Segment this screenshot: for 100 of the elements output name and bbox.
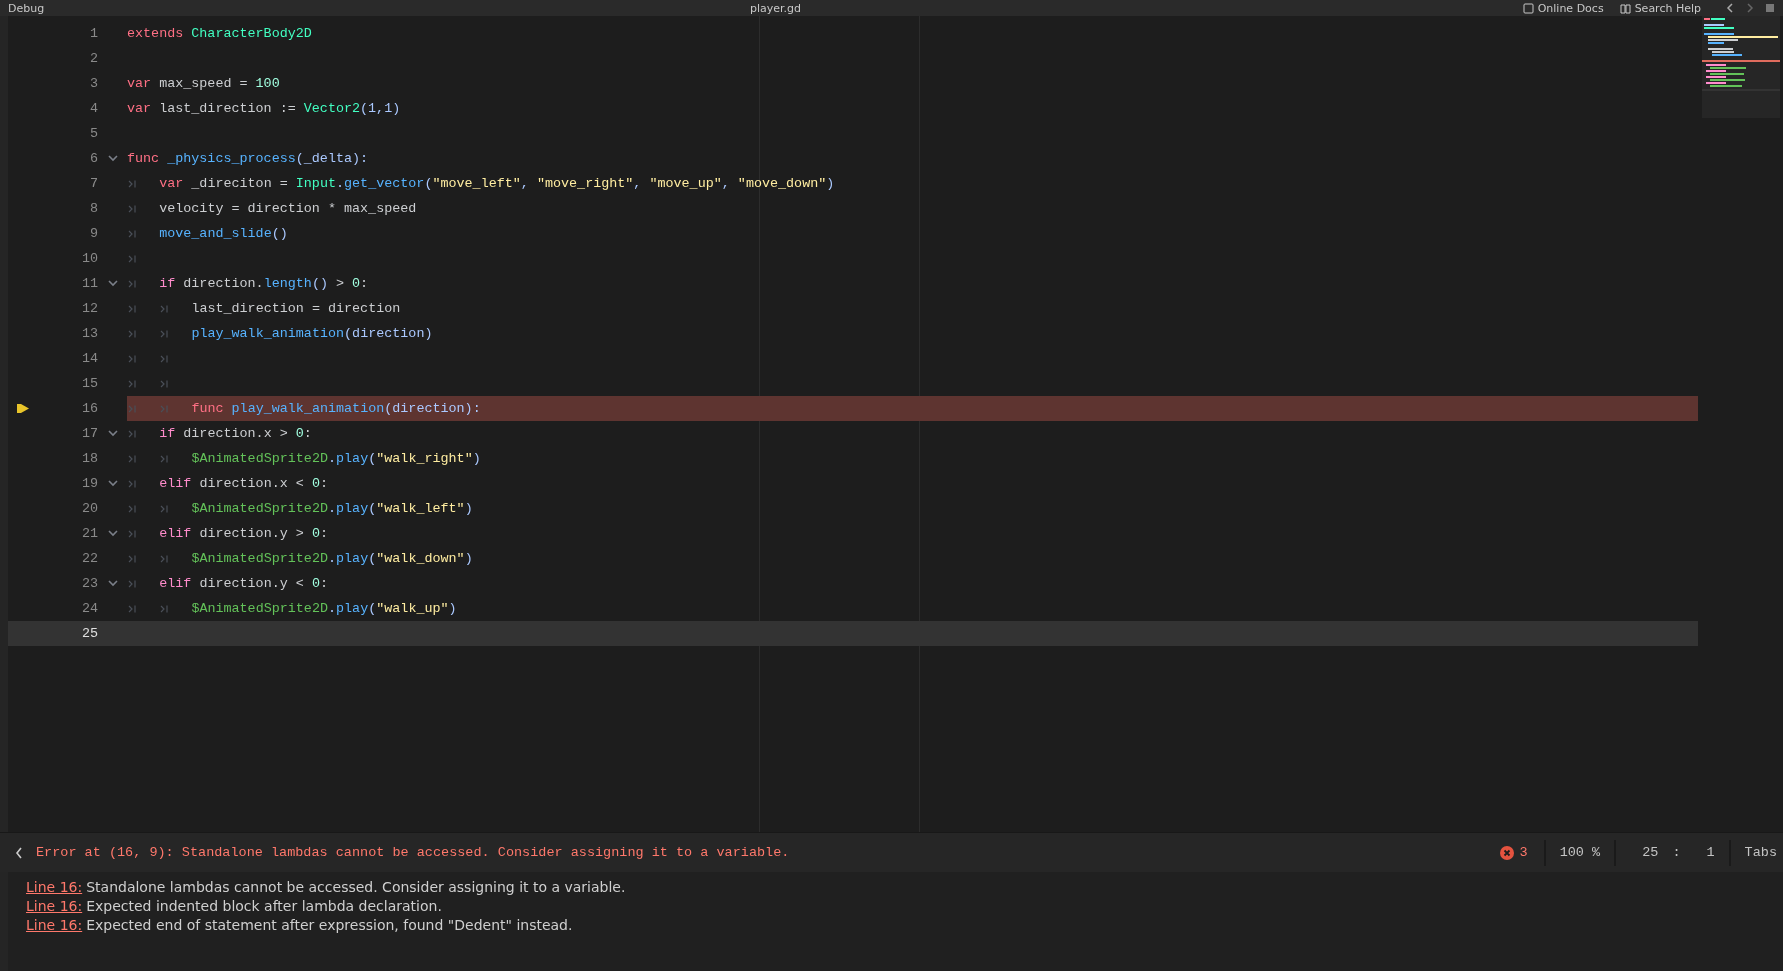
line-number: 22: [80, 551, 98, 566]
tab-marker-icon: [128, 604, 137, 613]
tab-marker-icon: [128, 254, 137, 263]
indent-mode-button[interactable]: Tabs: [1730, 845, 1783, 860]
tab-marker-icon: [128, 529, 137, 538]
column-number: 1: [1705, 845, 1716, 860]
code-line: last_direction = direction: [191, 301, 401, 316]
line-number: 15: [80, 376, 98, 391]
tab-marker-icon: [128, 504, 137, 513]
line-number: 7: [88, 176, 98, 191]
line-number: 25: [1641, 845, 1660, 860]
error-text: Expected end of statement after expression, found "Dedent" instead.: [86, 916, 573, 933]
code-line: elif direction.x < 0:: [159, 476, 328, 491]
line-link[interactable]: Line 16:: [26, 897, 83, 914]
line-number: 20: [80, 501, 98, 516]
tab-marker-icon: [128, 329, 137, 338]
tab-marker-icon: [160, 454, 170, 463]
tab-marker-icon: [128, 429, 137, 438]
tab-marker-icon: [128, 454, 137, 463]
tab-marker-icon: [160, 554, 170, 563]
line-number: 11: [80, 276, 98, 291]
tab-marker-icon: [128, 379, 137, 388]
fold-chevron-icon[interactable]: [107, 430, 118, 437]
tab-marker-icon: [128, 279, 137, 288]
tab-marker-icon: [160, 504, 170, 513]
line-number: 4: [88, 101, 98, 116]
line-number: 6: [88, 151, 98, 166]
tab-marker-icon: [128, 404, 137, 413]
line-number: 9: [88, 226, 98, 241]
code-line: func play_walk_animation(direction):: [191, 401, 481, 416]
line-number: 18: [80, 451, 98, 466]
tab-marker-icon: [128, 479, 137, 488]
error-message: Error at (16, 9): Standalone lambdas cannot be accessed. Consider assigning it to a variable.: [36, 845, 791, 860]
line-number: 3: [88, 76, 98, 91]
toolbar-button[interactable]: Search Help: [1619, 1, 1701, 15]
code-line: elif direction.y > 0:: [159, 526, 328, 541]
minimap-drawing[interactable]: [1702, 16, 1780, 118]
code-line: extends CharacterBody2D: [127, 26, 312, 41]
tab-marker-icon: [128, 204, 137, 213]
forward-icon[interactable]: [1745, 3, 1755, 13]
code-line: if direction.length() > 0:: [159, 276, 369, 291]
line-number: 8: [88, 201, 98, 216]
fold-chevron-icon[interactable]: [107, 280, 118, 287]
line-number: 24: [80, 601, 98, 616]
code-line: move_and_slide(): [159, 226, 288, 241]
panel-icon[interactable]: [1765, 3, 1775, 13]
line-number: 1: [88, 26, 98, 41]
line-link[interactable]: Line 16:: [26, 878, 83, 895]
line-number: 14: [80, 351, 98, 366]
code-line: func _physics_process(_delta):: [127, 151, 369, 166]
line-number: 5: [88, 126, 98, 141]
line-number: 17: [80, 426, 98, 441]
code-line: elif direction.y < 0:: [159, 576, 328, 591]
code-line: $AnimatedSprite2D.play("walk_down"): [191, 551, 473, 566]
book-icon: [1619, 2, 1631, 14]
toolbar-button[interactable]: Online Docs: [1522, 1, 1604, 15]
code-line: play_walk_animation(direction): [191, 326, 433, 341]
file-title: player.gd: [748, 1, 802, 15]
code-line: var last_direction := Vector2(1,1): [127, 101, 401, 116]
fold-chevron-icon[interactable]: [107, 155, 118, 162]
code-line: if direction.x > 0:: [159, 426, 312, 441]
tab-marker-icon: [128, 554, 137, 563]
tab-marker-icon: [128, 354, 137, 363]
code-line: $AnimatedSprite2D.play("walk_up"): [191, 601, 457, 616]
line-number: 16: [80, 401, 98, 416]
code-line: velocity = direction * max_speed: [159, 201, 417, 216]
back-icon[interactable]: [1725, 3, 1735, 13]
tab-marker-icon: [128, 179, 137, 188]
position-separator: :: [1672, 845, 1681, 860]
line-number: 13: [80, 326, 98, 341]
collapse-chevron-icon[interactable]: [14, 845, 24, 860]
zoom-button[interactable]: 100 %: [1545, 845, 1615, 860]
document-icon: [1522, 2, 1534, 14]
line-number: 19: [80, 476, 98, 491]
tab-marker-icon: [160, 354, 170, 363]
fold-chevron-icon[interactable]: [107, 580, 118, 587]
line-link[interactable]: Line 16:: [26, 916, 83, 933]
fold-chevron-icon[interactable]: [107, 530, 118, 537]
tab-marker-icon: [160, 604, 170, 613]
error-count-button[interactable]: 3: [1483, 845, 1544, 860]
line-number: 23: [80, 576, 98, 591]
tab-marker-icon: [160, 304, 170, 313]
line-number: 21: [80, 526, 98, 541]
tab-marker-icon: [128, 579, 137, 588]
menu-item[interactable]: Debug: [8, 1, 45, 15]
code-line: $AnimatedSprite2D.play("walk_right"): [191, 451, 481, 466]
fold-chevron-icon[interactable]: [107, 480, 118, 487]
line-number: 10: [80, 251, 98, 266]
line-number: 12: [80, 301, 98, 316]
code-line: $AnimatedSprite2D.play("walk_left"): [191, 501, 473, 516]
code-line: var _direciton = Input.get_vector("move_left", "move_right", "move_up", "move_down"): [159, 176, 835, 191]
line-number: 25: [80, 626, 98, 641]
tab-marker-icon: [160, 379, 170, 388]
tab-marker-icon: [128, 304, 137, 313]
tab-marker-icon: [160, 329, 170, 338]
tab-marker-icon: [160, 404, 170, 413]
error-text: Standalone lambdas cannot be accessed. Consider assigning it to a variable.: [86, 878, 626, 895]
code-line: var max_speed = 100: [127, 76, 280, 91]
error-text: Expected indented block after lambda declaration.: [86, 897, 442, 914]
line-number: 2: [88, 51, 98, 66]
